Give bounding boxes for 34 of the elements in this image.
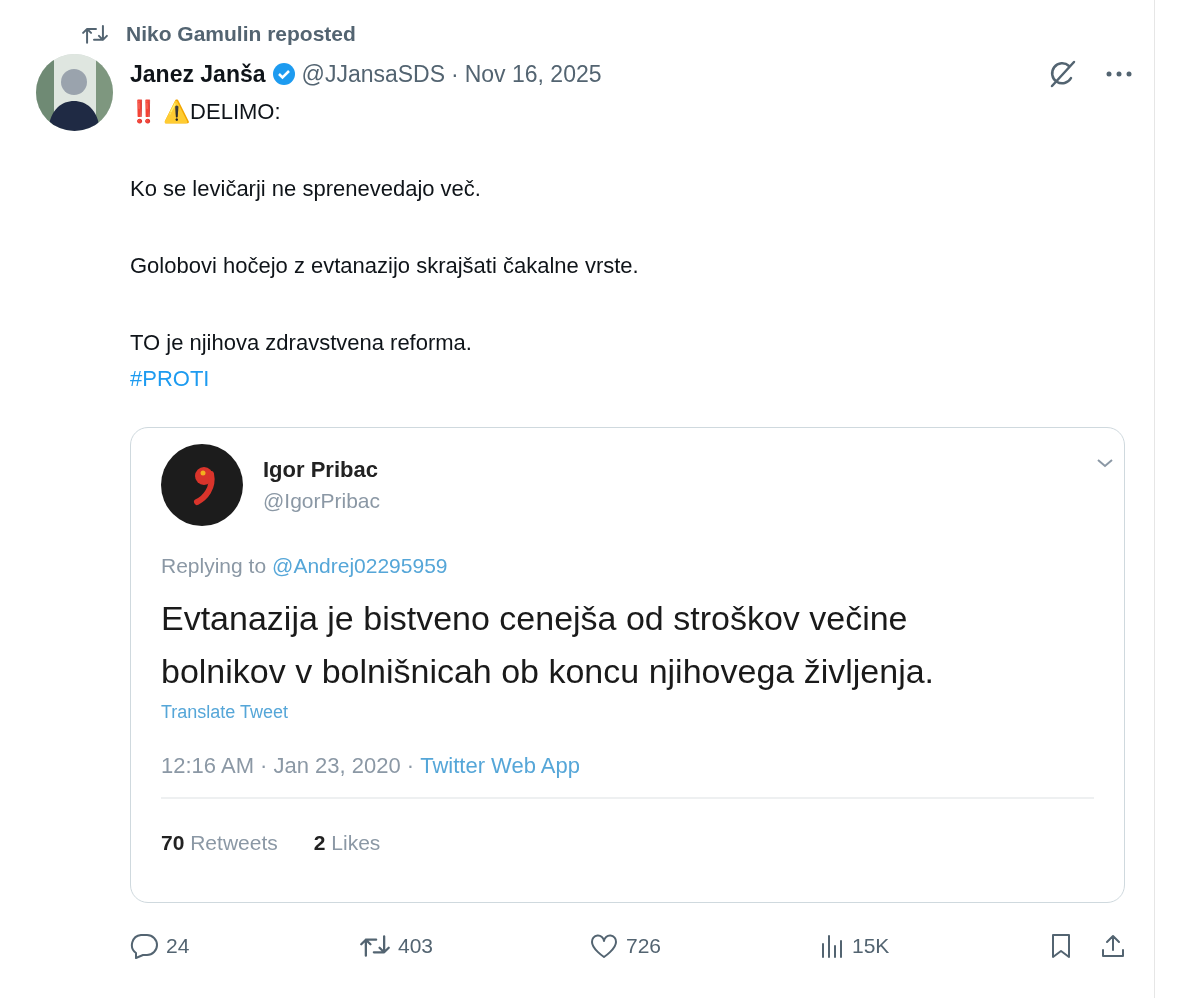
source-link: Twitter Web App [420, 753, 580, 779]
repost-icon [82, 23, 108, 45]
quoted-tweet-text: Evtanazija je bistveno cenejša od stroškov večine bolnikov v bolnišnicah ob koncu njihovega življenja. [161, 598, 936, 692]
repost-icon [360, 934, 390, 958]
speech-bubble-icon [130, 933, 158, 959]
quoted-tweet-image[interactable] [130, 427, 1125, 903]
like-button[interactable]: 726 [590, 933, 820, 959]
author-name[interactable]: Janez Janša [130, 60, 266, 88]
share-icon[interactable] [1100, 933, 1126, 959]
replying-label: Replying to [161, 554, 267, 578]
views-button[interactable]: 15K [820, 934, 1050, 958]
translate-link: Translate Tweet [161, 702, 290, 723]
quoted-author-handle: @IgorPribac [263, 489, 381, 513]
chevron-icon [1096, 458, 1114, 468]
quoted-author-name: Igor Pribac [263, 457, 379, 483]
post-text: Ko se levičarji ne sprenevedajo več. [130, 176, 481, 201]
author-handle[interactable]: @JJansaSDS [301, 60, 446, 88]
reply-button[interactable]: 24 [130, 933, 360, 959]
post-date[interactable]: Nov 16, 2025 [464, 60, 602, 88]
post-text: Golobovi hočejo z evtanazijo skrajšati čakalne vrste. [130, 253, 639, 278]
replying-handle: @Andrej02295959 [272, 554, 448, 578]
repost-label[interactable]: Niko Gamulin reposted [126, 22, 356, 46]
quoted-avatar-icon [161, 444, 243, 526]
repost-button[interactable]: 403 [360, 934, 590, 958]
quoted-timestamp: 12:16 AM · Jan 23, 2020 · [161, 753, 415, 779]
more-icon[interactable] [1106, 71, 1132, 77]
bookmark-icon[interactable] [1050, 933, 1072, 959]
post-text: TO je njihova zdravstvena reforma. [130, 330, 472, 355]
heart-icon [590, 933, 618, 959]
bar-chart-icon [820, 934, 844, 958]
engagement-stat: 2 Likes [313, 831, 381, 855]
engagement-stat: 70 Retweets [161, 831, 278, 855]
post-text: ‼ ⚠DELIMO: [130, 99, 281, 124]
separator-dot: · [451, 60, 459, 88]
